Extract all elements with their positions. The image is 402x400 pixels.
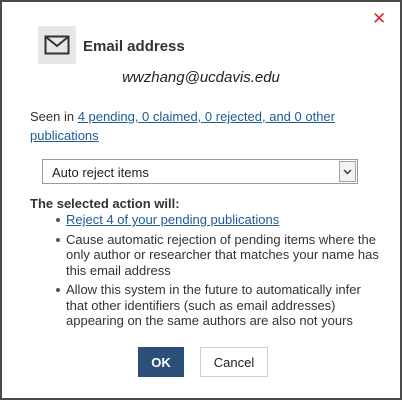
envelope-icon <box>38 26 76 64</box>
action-item: Cause automatic rejection of pending ite… <box>30 232 380 279</box>
bullet-icon <box>56 218 60 222</box>
action-select-value: Auto reject items <box>52 165 149 180</box>
action-heading: The selected action will: <box>30 196 180 211</box>
email-value: wwzhang@ucdavis.edu <box>122 69 280 86</box>
action-list: Reject 4 of your pending publications Ca… <box>30 212 380 333</box>
close-icon[interactable]: ✕ <box>372 11 386 28</box>
action-item: Reject 4 of your pending publications <box>30 212 380 228</box>
seen-prefix: Seen in <box>30 109 78 124</box>
cancel-button[interactable]: Cancel <box>200 347 268 377</box>
chevron-down-icon[interactable] <box>339 161 356 182</box>
action-item-text: Allow this system in the future to autom… <box>66 282 361 328</box>
action-item: Allow this system in the future to autom… <box>30 282 380 329</box>
dialog-title: Email address <box>83 38 185 55</box>
reject-pending-link[interactable]: Reject 4 of your pending publications <box>66 212 279 227</box>
action-item-text: Cause automatic rejection of pending ite… <box>66 231 379 278</box>
action-select[interactable]: Auto reject items <box>42 159 358 184</box>
bullet-icon <box>56 288 60 292</box>
email-address-dialog: ✕ Email address wwzhang@ucdavis.edu Seen… <box>2 2 400 398</box>
seen-in-text: Seen in 4 pending, 0 claimed, 0 rejected… <box>30 107 370 145</box>
bullet-icon <box>56 237 60 242</box>
ok-button[interactable]: OK <box>138 347 184 377</box>
